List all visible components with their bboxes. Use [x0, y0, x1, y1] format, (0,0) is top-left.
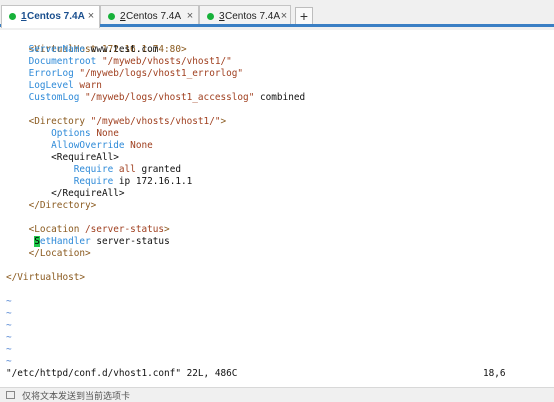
- code-tag: <Directory: [6, 116, 86, 127]
- directive: Documentroot: [6, 56, 97, 67]
- close-icon[interactable]: ×: [86, 10, 96, 22]
- tab-number: 1: [21, 11, 27, 22]
- code-line: <Location /server-status>: [6, 224, 170, 236]
- cursor-position: 18,6: [483, 368, 506, 379]
- code-tag: </Location>: [6, 248, 91, 259]
- directive: Require: [6, 176, 114, 187]
- tab-title: Centos 7.4A: [225, 11, 281, 22]
- empty-line-tilde: ~: [6, 356, 12, 367]
- connected-status-icon: [9, 13, 16, 20]
- tab-3[interactable]: 3 Centos 7.4A ×: [199, 5, 291, 27]
- send-to-tab-bar[interactable]: 仅将文本发送到当前选项卡: [0, 387, 554, 402]
- value: server-status: [90, 236, 170, 247]
- directive: CustomLog: [6, 92, 80, 103]
- tab-number: 2: [120, 11, 126, 22]
- code-tag: <Location: [6, 224, 80, 235]
- close-icon[interactable]: ×: [185, 10, 195, 22]
- code-line: ErrorLog "/myweb/logs/vhost1_errorlog": [6, 68, 244, 80]
- code-tag: >: [164, 224, 170, 235]
- code-line: AllowOverride None: [6, 140, 153, 152]
- code-line: Require all granted: [6, 164, 181, 176]
- code-line: </Location>: [6, 248, 91, 260]
- value: None: [90, 128, 119, 139]
- code-line: <RequireAll>: [6, 152, 119, 164]
- code-line: </Directory>: [6, 200, 97, 212]
- string-value: "/myweb/logs/vhost1_errorlog": [73, 68, 244, 79]
- tab-title: Centos 7.4A: [27, 11, 85, 22]
- vim-editor[interactable]: <VirtualHost 172.16.1.74:80> ServerName …: [0, 30, 554, 386]
- connected-status-icon: [207, 13, 214, 20]
- empty-line-tilde: ~: [6, 296, 12, 307]
- code-line: Options None: [6, 128, 119, 140]
- code-line: CustomLog "/myweb/logs/vhost1_accesslog"…: [6, 92, 306, 104]
- empty-line-tilde: ~: [6, 332, 12, 343]
- code-line: Documentroot "/myweb/vhosts/vhost1/": [6, 56, 232, 68]
- tab-2[interactable]: 2 Centos 7.4A ×: [100, 5, 199, 27]
- directive: AllowOverride: [6, 140, 125, 151]
- value: /server-status: [79, 224, 165, 235]
- value: warn: [73, 80, 102, 91]
- code-tag: </Directory>: [6, 200, 97, 211]
- code-tag: >: [220, 116, 227, 127]
- empty-line-tilde: ~: [6, 344, 12, 355]
- vim-status-line: "/etc/httpd/conf.d/vhost1.conf" 22L, 486…: [6, 368, 238, 379]
- tab-number: 3: [219, 11, 225, 22]
- code-line: Require ip 172.16.1.1: [6, 176, 193, 188]
- hint-text: 仅将文本发送到当前选项卡: [22, 391, 131, 401]
- string-value: "/myweb/vhosts/vhost1/": [85, 116, 221, 127]
- value: granted: [135, 164, 181, 175]
- code-line: LogLevel warn: [6, 80, 102, 92]
- new-tab-button[interactable]: +: [295, 7, 313, 25]
- directive: Options: [6, 128, 91, 139]
- close-icon[interactable]: ×: [279, 10, 289, 22]
- code-tag: </VirtualHost>: [6, 272, 86, 283]
- code-line: <Directory "/myweb/vhosts/vhost1/">: [6, 116, 227, 128]
- code-tag: <RequireAll>: [6, 152, 119, 163]
- code-line: <VirtualHost 172.16.1.74:80>: [6, 32, 187, 55]
- empty-line-tilde: ~: [6, 308, 12, 319]
- string-value: "/myweb/logs/vhost1_accesslog": [79, 92, 255, 103]
- directive: Require: [6, 164, 114, 175]
- directive: ServerName: [6, 44, 86, 55]
- empty-line-tilde: ~: [6, 320, 12, 331]
- string-value: "/myweb/vhosts/vhost1/": [96, 56, 232, 67]
- value: www.test.com: [85, 44, 159, 55]
- directive: ErrorLog: [6, 68, 74, 79]
- code-line: SetHandler server-status: [6, 236, 170, 248]
- connected-status-icon: [108, 13, 115, 20]
- code-line: </RequireAll>: [6, 188, 125, 200]
- tab-title: Centos 7.4A: [126, 11, 182, 22]
- code-line: ServerName www.test.com: [6, 44, 159, 56]
- send-text-icon: [6, 391, 15, 399]
- value: combined: [254, 92, 306, 103]
- directive: etHandler: [39, 236, 91, 247]
- value: all: [113, 164, 136, 175]
- code-tag: </RequireAll>: [6, 188, 125, 199]
- code-line: </VirtualHost>: [6, 272, 85, 284]
- value: None: [124, 140, 153, 151]
- tab-1[interactable]: 1 Centos 7.4A ×: [1, 5, 100, 28]
- value: ip 172.16.1.1: [113, 176, 193, 187]
- tab-bar: 1 Centos 7.4A × 2 Centos 7.4A × 3 Centos…: [0, 0, 554, 30]
- directive: LogLevel: [6, 80, 74, 91]
